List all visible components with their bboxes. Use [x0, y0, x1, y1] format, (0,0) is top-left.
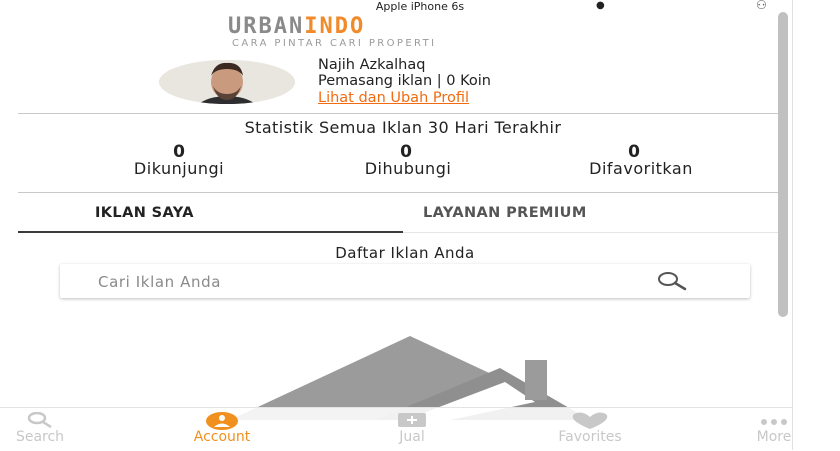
status-carrier: Apple iPhone 6s [375, 0, 465, 13]
scrollbar[interactable] [778, 12, 788, 317]
nav-search[interactable]: Search [0, 408, 110, 451]
logo-wordmark: URBANINDO [228, 14, 365, 39]
frame-edge [792, 0, 793, 450]
tab-layanan-premium[interactable]: LAYANAN PREMIUM [423, 205, 587, 221]
brand-logo: URBANINDO CARA PINTAR CARI PROPERTI [228, 14, 588, 50]
nav-jual[interactable]: Jual [342, 408, 482, 451]
tab-active-indicator [18, 231, 403, 233]
listing-search-bar [60, 264, 750, 298]
nav-account-label: Account [193, 429, 251, 445]
profile-name: Najih Azkalhaq [318, 57, 426, 73]
stats-title: Statistik Semua Iklan 30 Hari Terakhir [244, 118, 562, 137]
nav-jual-label: Jual [399, 429, 425, 445]
app-screen: Apple iPhone 6s ● ⚇ URBANINDO CARA PINTA… [0, 0, 840, 451]
edit-profile-link[interactable]: Lihat dan Ubah Profil [318, 90, 469, 106]
status-bar: Apple iPhone 6s ● ⚇ [0, 0, 840, 14]
wifi-icon: ● [596, 0, 605, 11]
profile-subtitle: Pemasang iklan | 0 Koin [318, 73, 491, 89]
logo-tagline: CARA PINTAR CARI PROPERTI [232, 38, 437, 49]
avatar[interactable] [159, 60, 295, 104]
listing-search-input[interactable] [96, 270, 660, 294]
right-margin [792, 0, 840, 450]
nav-search-label: Search [15, 429, 65, 445]
stat-favorited-label: Difavoritkan [589, 159, 693, 178]
nav-favorites-label: Favorites [558, 429, 622, 445]
nav-account[interactable]: Account [152, 408, 292, 451]
logo-part1: URBAN [228, 14, 305, 39]
search-icon[interactable] [652, 270, 692, 292]
stat-contacted-label: Dihubungi [364, 159, 452, 178]
nav-more-label: More [756, 429, 792, 445]
listing-heading: Daftar Iklan Anda [335, 244, 475, 262]
logo-part2: INDO [304, 14, 366, 39]
stat-visited-label: Dikunjungi [133, 159, 225, 178]
nav-more[interactable]: More [704, 408, 840, 451]
bottom-tab-bar: Search Account Jual Favorites More [0, 407, 792, 451]
tab-iklan-saya[interactable]: IKLAN SAYA [95, 205, 194, 221]
nav-favorites[interactable]: Favorites [520, 408, 660, 451]
battery-icon: ⚇ [756, 0, 767, 12]
